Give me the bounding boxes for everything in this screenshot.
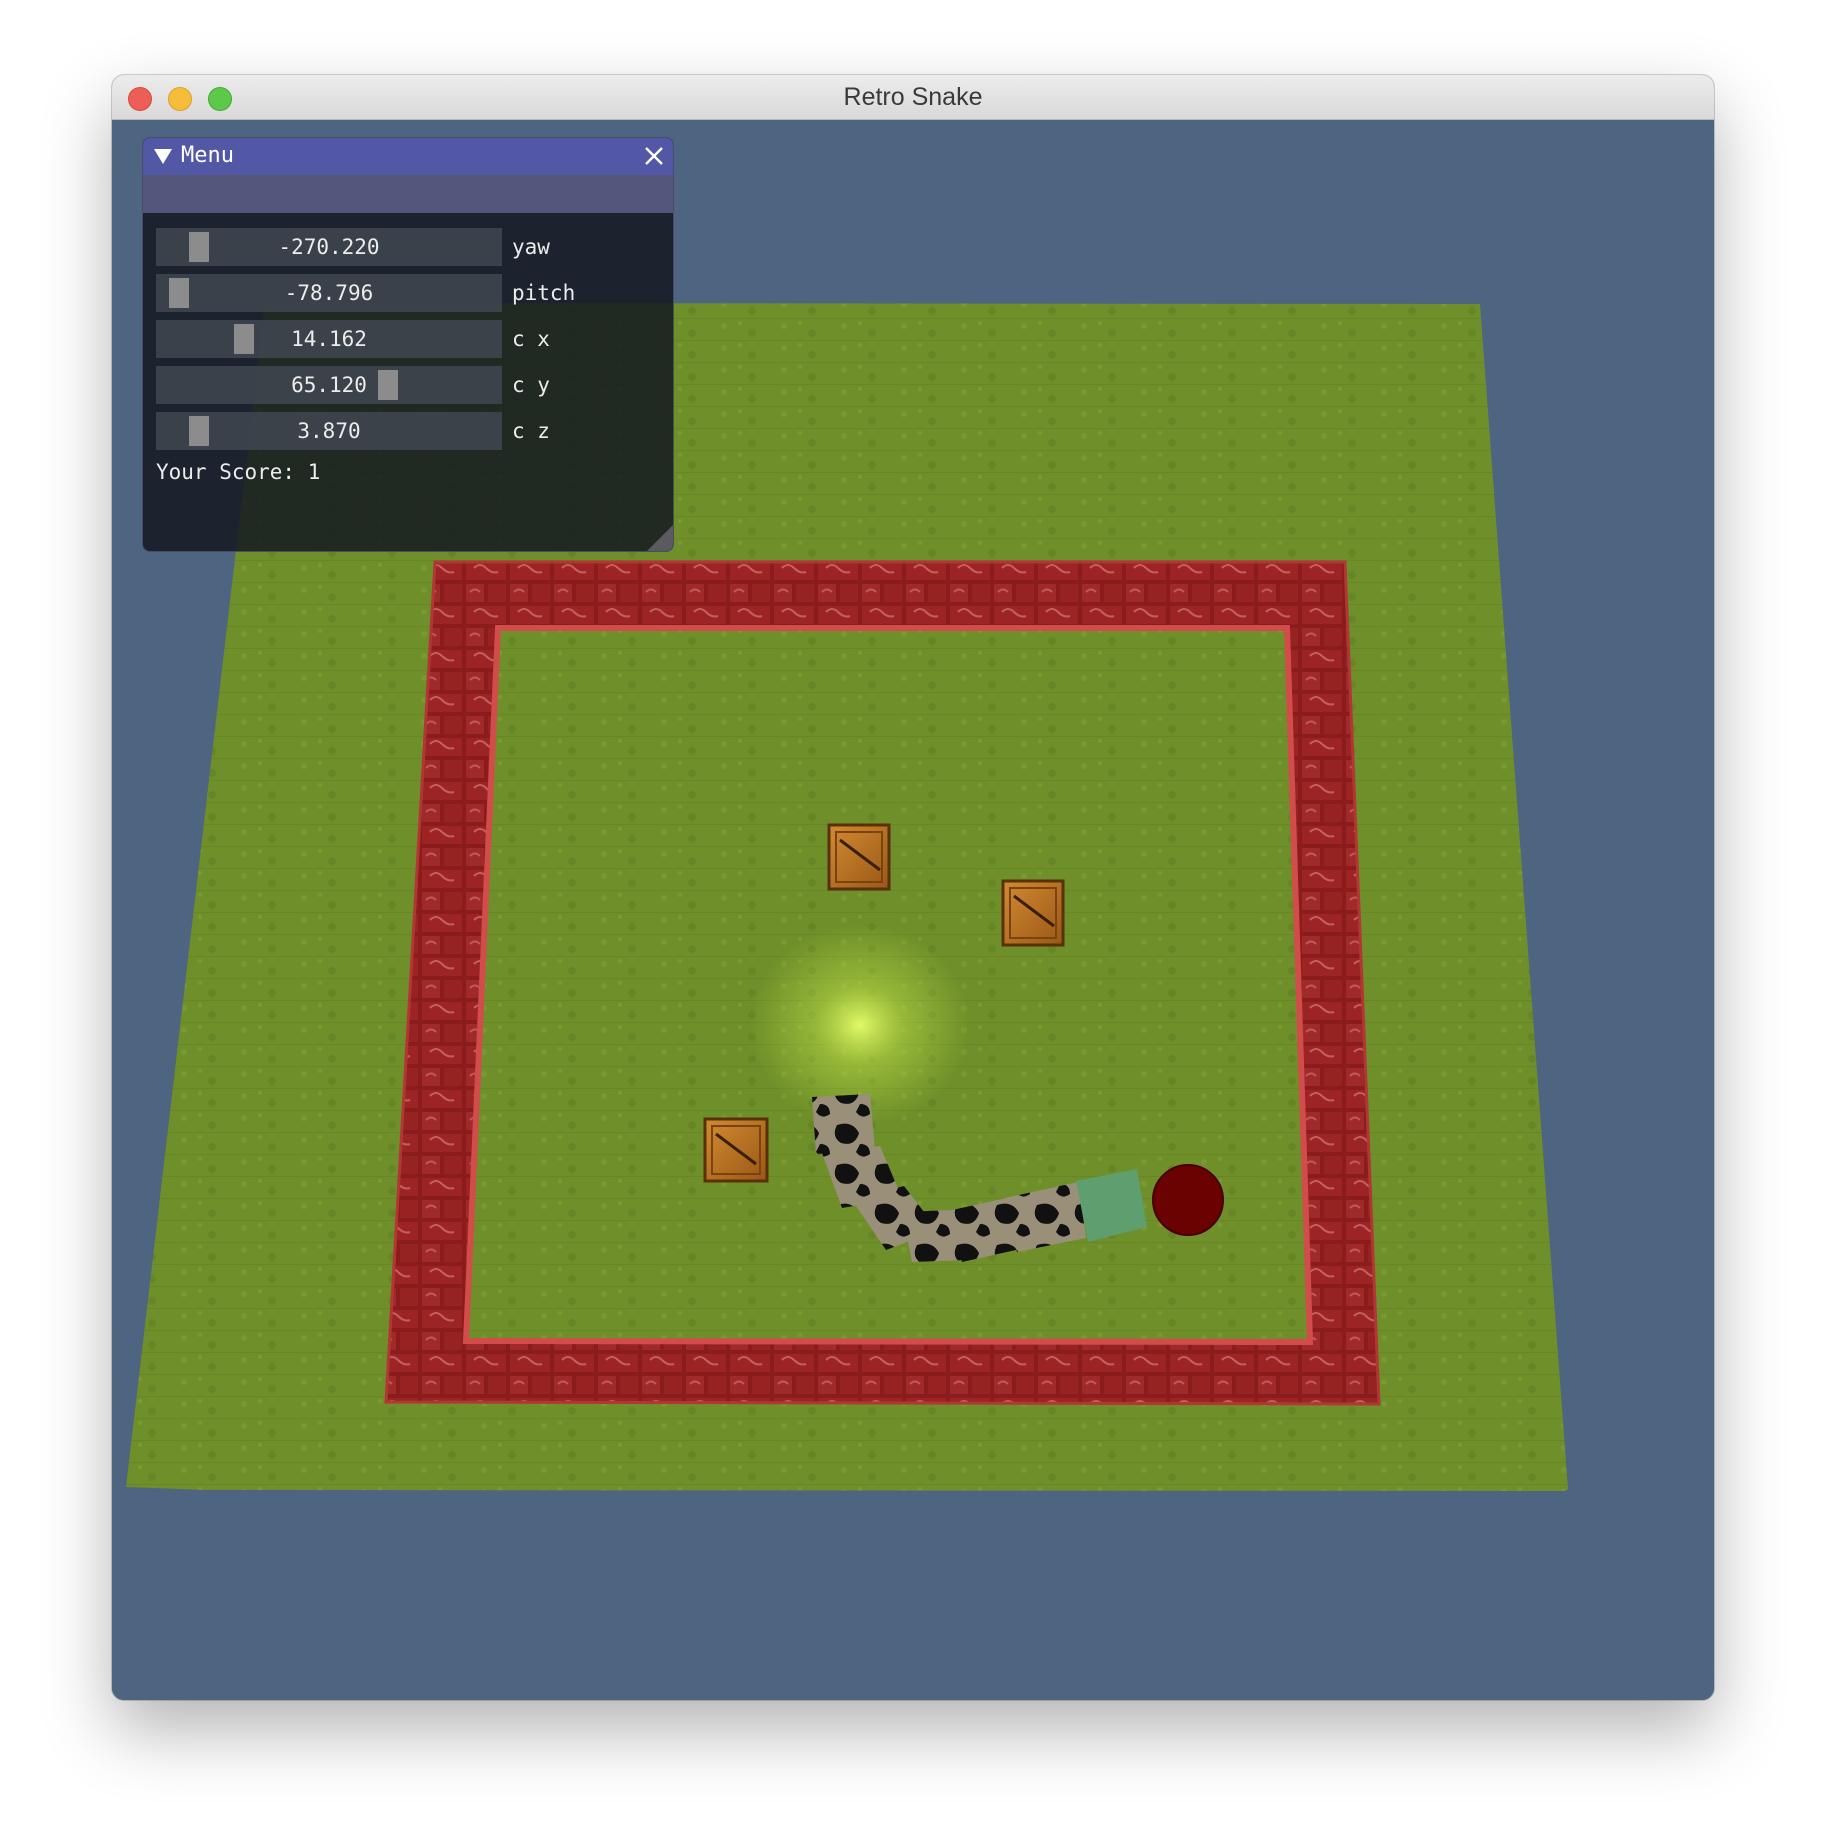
- slider-yaw[interactable]: -270.220 yaw: [156, 228, 656, 266]
- slider-cy[interactable]: 65.120 c y: [156, 366, 656, 404]
- slider-value: 3.870: [297, 419, 361, 443]
- slider-label: c y: [512, 373, 550, 397]
- window-title: Retro Snake: [843, 83, 983, 111]
- crate-2: [1001, 879, 1065, 947]
- slider-pitch[interactable]: -78.796 pitch: [156, 274, 656, 312]
- collapse-arrow-icon[interactable]: [154, 149, 172, 164]
- close-icon[interactable]: [639, 141, 669, 171]
- food-apple: [1152, 1164, 1224, 1236]
- crate-1: [827, 823, 891, 891]
- title-bar: Retro Snake: [112, 75, 1714, 120]
- menu-bar: [143, 175, 673, 213]
- slider-value: 65.120: [291, 373, 367, 397]
- crate-3: [703, 1117, 769, 1183]
- slider-label: yaw: [512, 235, 550, 259]
- menu-title: Menu: [181, 143, 234, 168]
- slider-label: c z: [512, 419, 550, 443]
- imgui-menu-panel[interactable]: Menu -270.220 yaw -78.796 pitch 14.162 c…: [142, 137, 674, 552]
- menu-title-bar[interactable]: Menu: [143, 138, 673, 175]
- slider-cx[interactable]: 14.162 c x: [156, 320, 656, 358]
- slider-label: c x: [512, 327, 550, 351]
- slider-value: -270.220: [278, 235, 380, 259]
- slider-value: 14.162: [291, 327, 367, 351]
- resize-grip[interactable]: [647, 525, 673, 551]
- slider-label: pitch: [512, 281, 576, 305]
- slider-value: -78.796: [284, 281, 374, 305]
- slider-cz[interactable]: 3.870 c z: [156, 412, 656, 450]
- score-text: Your Score: 1: [156, 460, 321, 484]
- app-window: Retro Snake Menu -270.220 yaw -78.796 pi…: [112, 75, 1714, 1700]
